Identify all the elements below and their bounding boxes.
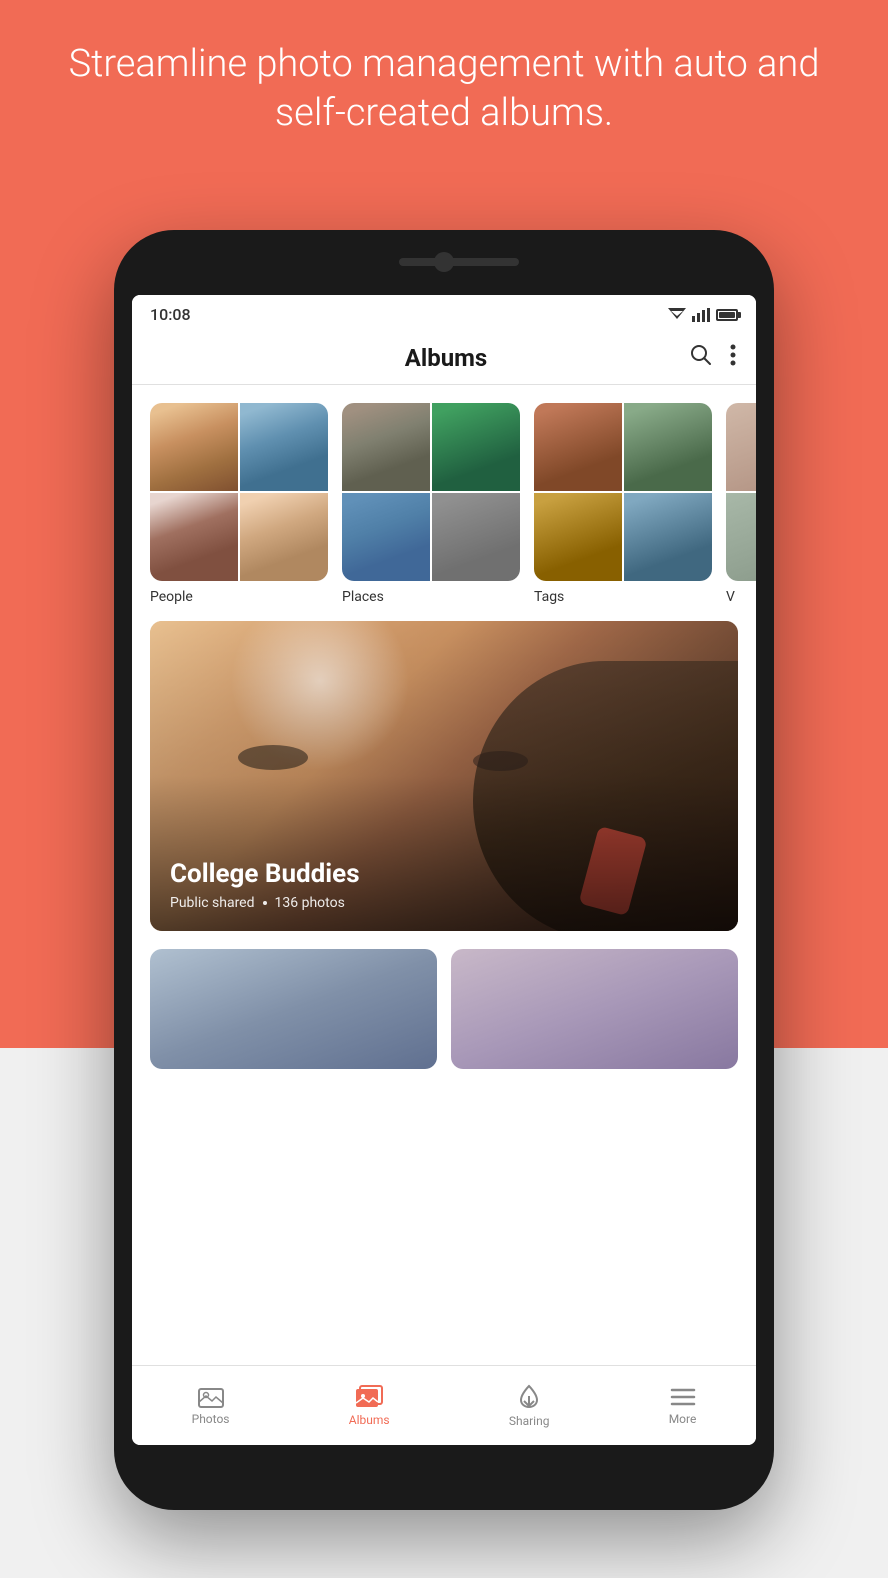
album-people[interactable]: People (150, 403, 328, 605)
nav-item-sharing[interactable]: Sharing (489, 1378, 570, 1434)
places-cell-1 (342, 403, 430, 491)
nav-label-albums: Albums (349, 1413, 390, 1427)
auto-albums-row: People Places (132, 385, 756, 617)
people-cell-4 (240, 493, 328, 581)
status-icons (668, 306, 738, 324)
album-v[interactable]: V (726, 403, 756, 605)
people-cell-1 (150, 403, 238, 491)
wifi-icon (668, 306, 686, 324)
v-cell-1 (726, 403, 756, 491)
more-options-icon (730, 344, 736, 366)
photos-nav-icon (198, 1386, 224, 1408)
nav-item-more[interactable]: More (649, 1380, 717, 1432)
phone-speaker (399, 258, 519, 266)
places-cell-3 (342, 493, 430, 581)
album-photo-count: 136 photos (275, 895, 345, 911)
album-tags[interactable]: Tags (534, 403, 712, 605)
app-bar: Albums (132, 332, 756, 385)
nav-label-sharing: Sharing (509, 1414, 550, 1428)
app-bar-title: Albums (202, 344, 690, 372)
album-card-info: College Buddies Public shared 136 photos (150, 839, 738, 931)
phone-screen: 10:08 (132, 295, 756, 1445)
v-cell-2 (726, 493, 756, 581)
albums-content: People Places (132, 385, 756, 1405)
places-cell-4 (432, 493, 520, 581)
featured-album-card[interactable]: College Buddies Public shared 136 photos (150, 621, 738, 931)
status-bar: 10:08 (132, 295, 756, 332)
people-cell-3 (150, 493, 238, 581)
nav-item-photos[interactable]: Photos (172, 1380, 250, 1432)
battery-icon (716, 309, 738, 321)
places-cell-2 (432, 403, 520, 491)
album-visibility: Public shared (170, 895, 255, 911)
phone-mockup: 10:08 (114, 230, 774, 1510)
more-nav-icon (670, 1386, 696, 1408)
album-people-label: People (150, 589, 328, 605)
search-button[interactable] (690, 344, 712, 372)
album-card-meta: Public shared 136 photos (170, 895, 718, 911)
album-card-title: College Buddies (170, 859, 718, 889)
tags-cell-3 (534, 493, 622, 581)
album-places[interactable]: Places (342, 403, 520, 605)
nav-label-more: More (669, 1412, 697, 1426)
bottom-nav: Photos Albums Sharing (132, 1365, 756, 1445)
album-tags-label: Tags (534, 589, 712, 605)
albums-nav-icon (355, 1385, 383, 1409)
nav-label-photos: Photos (192, 1412, 230, 1426)
sharing-nav-icon (516, 1384, 542, 1410)
signal-icon (692, 308, 710, 322)
nav-item-albums[interactable]: Albums (329, 1379, 410, 1433)
tags-cell-4 (624, 493, 712, 581)
more-options-button[interactable] (730, 344, 736, 372)
small-albums-row (132, 949, 756, 1069)
app-bar-icons (690, 344, 736, 372)
search-icon (690, 344, 712, 366)
tags-cell-1 (534, 403, 622, 491)
header-tagline: Streamline photo management with auto an… (0, 40, 888, 139)
meta-separator (263, 901, 267, 905)
status-time: 10:08 (150, 305, 191, 324)
small-album-2[interactable] (451, 949, 738, 1069)
tags-cell-2 (624, 403, 712, 491)
small-album-1[interactable] (150, 949, 437, 1069)
album-v-label: V (726, 589, 756, 605)
album-places-label: Places (342, 589, 520, 605)
people-cell-2 (240, 403, 328, 491)
